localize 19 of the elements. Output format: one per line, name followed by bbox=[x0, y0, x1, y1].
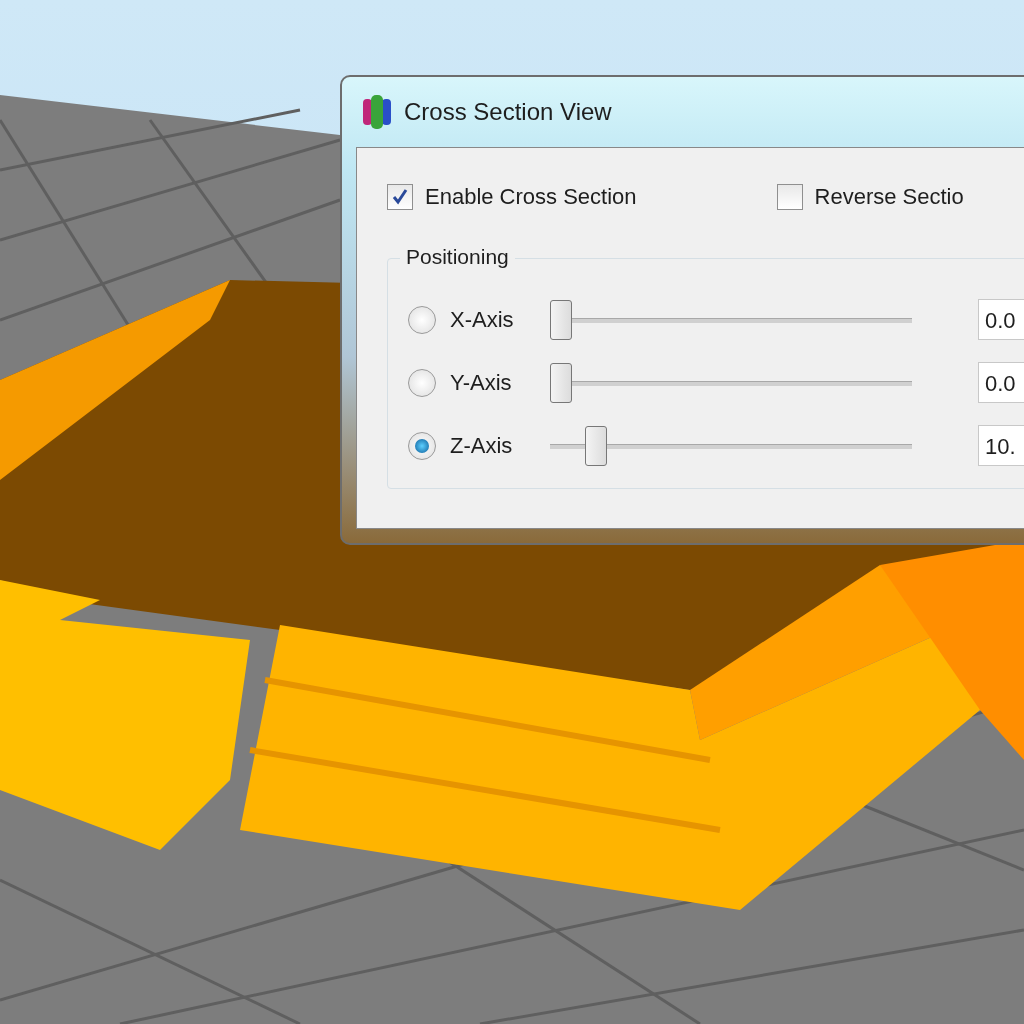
radio-button[interactable] bbox=[408, 431, 436, 460]
slider-thumb[interactable] bbox=[550, 299, 572, 340]
axis-label: Y-Axis bbox=[450, 369, 513, 396]
value-field[interactable]: 0.0 bbox=[978, 362, 1024, 403]
slider-thumb[interactable] bbox=[550, 362, 572, 403]
axis-label: X-Axis bbox=[450, 306, 515, 333]
slider-thumb[interactable] bbox=[584, 425, 607, 466]
radio-button[interactable] bbox=[408, 368, 436, 397]
checkbox[interactable] bbox=[387, 184, 413, 210]
value-field[interactable]: 0.0 bbox=[978, 299, 1024, 340]
value-field[interactable]: 10. bbox=[978, 425, 1024, 466]
axis-label: Z-Axis bbox=[450, 432, 514, 459]
app-icon bbox=[362, 94, 392, 130]
checkbox-label: Reverse Sectio bbox=[814, 184, 964, 210]
radio-button[interactable] bbox=[408, 305, 436, 334]
checkbox[interactable] bbox=[776, 184, 803, 210]
checkmark-icon bbox=[390, 187, 410, 207]
window-title: Cross Section View bbox=[404, 98, 612, 126]
checkbox-label: Enable Cross Section bbox=[425, 184, 637, 210]
